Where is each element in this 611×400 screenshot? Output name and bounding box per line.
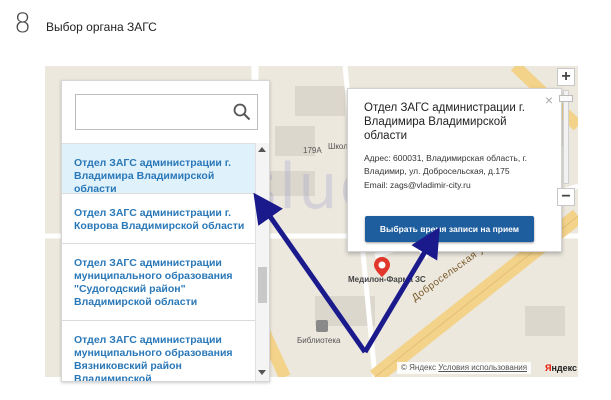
office-item-label: Отдел ЗАГС администрации муниципального … <box>74 334 233 382</box>
step-title: Выбор органа ЗАГС <box>46 20 157 34</box>
office-item-label: Отдел ЗАГС администрации муниципального … <box>74 257 233 308</box>
popup-email: Email: zags@vladimir-city.ru <box>364 180 471 190</box>
office-item-kovrov[interactable]: Отдел ЗАГС администрации г. Коврова Влад… <box>62 194 255 244</box>
office-list-panel: Отдел ЗАГС администрации г. Владимира Вл… <box>61 80 270 382</box>
search-input[interactable] <box>80 99 230 125</box>
yandex-logo-rest: ндекс <box>551 363 578 373</box>
scroll-down-icon[interactable] <box>258 370 266 375</box>
search-icon[interactable] <box>233 103 251 121</box>
map-label-pharmacy-suffix: ЗС <box>415 275 426 284</box>
popup-title: Отдел ЗАГС администрации г. Владимира Вл… <box>364 102 525 142</box>
yandex-logo[interactable]: Яндекс <box>545 362 577 374</box>
map-label-school: Школ <box>328 142 348 151</box>
office-item-vladimir[interactable]: Отдел ЗАГС администрации г. Владимира Вл… <box>62 144 255 195</box>
zoom-slider-thumb[interactable] <box>559 95 573 102</box>
close-icon[interactable]: × <box>545 93 553 107</box>
zoom-slider-track[interactable] <box>563 90 569 184</box>
zoom-in-button[interactable]: + <box>557 68 575 86</box>
zoom-control: + − <box>557 68 575 206</box>
office-info-popup: × Отдел ЗАГС администрации г. Владимира … <box>347 88 562 259</box>
scroll-thumb[interactable] <box>258 267 267 303</box>
step-number: 8 <box>14 8 32 39</box>
map-pin-icon[interactable] <box>373 256 391 278</box>
map-label-library: Библиотека <box>297 336 341 345</box>
copyright-owner: © Яндекс <box>401 363 437 372</box>
office-item-vyazniki[interactable]: Отдел ЗАГС администрации муниципального … <box>62 321 255 382</box>
library-icon <box>316 320 328 332</box>
popup-tail <box>418 250 434 259</box>
search-box[interactable] <box>75 94 258 130</box>
terms-link[interactable]: Условия использования <box>438 363 527 372</box>
office-list: Отдел ЗАГС администрации г. Владимира Вл… <box>62 143 255 382</box>
choose-appointment-time-button[interactable]: Выбрать время записи на прием <box>365 216 534 242</box>
office-item-label: Отдел ЗАГС администрации г. Владимира Вл… <box>74 157 232 195</box>
office-item-label: Отдел ЗАГС администрации г. Коврова Влад… <box>74 207 245 232</box>
office-item-sudogda[interactable]: Отдел ЗАГС администрации муниципального … <box>62 244 255 321</box>
map-label-building: 179А <box>303 146 322 155</box>
popup-address: Адрес: 600031, Владимирская область, г. … <box>364 153 527 176</box>
map-copyright: © Яндекс Условия использования <box>397 362 532 374</box>
zoom-out-button[interactable]: − <box>557 188 575 206</box>
scroll-up-icon[interactable] <box>258 147 266 152</box>
office-list-scrollbar[interactable] <box>255 143 269 381</box>
